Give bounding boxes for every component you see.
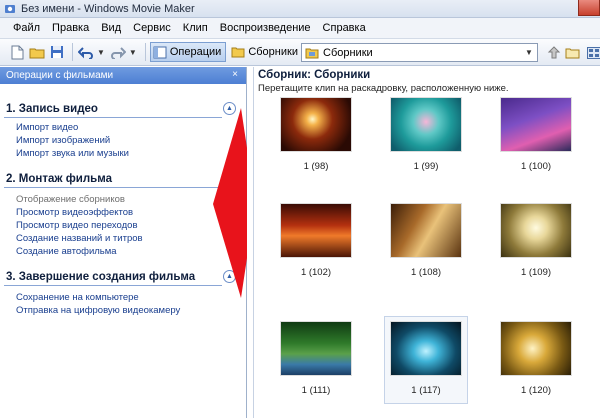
clip-label: 1 (109) [520,267,552,278]
task-link-make-titles[interactable]: Создание названий и титров [0,232,246,245]
redo-button[interactable] [109,43,127,61]
undo-dropdown-icon[interactable]: ▼ [97,48,105,57]
clip-label: 1 (108) [410,267,442,278]
clip-item[interactable]: 1 (99) [382,97,470,172]
task-link-import-pictures[interactable]: Импорт изображений [0,134,246,147]
clip-item[interactable]: 1 (111) [272,321,360,396]
clip-label: 1 (117) [411,385,441,396]
collection-select[interactable]: Сборники ▼ [301,43,538,62]
collection-hint: Перетащите клип на раскадровку, располож… [258,83,509,94]
up-level-button[interactable] [544,43,564,63]
close-window-button[interactable] [578,0,600,16]
operations-button[interactable]: Операции [149,42,227,62]
clip-item-selected[interactable]: 1 (117) [382,316,470,404]
open-project-button[interactable] [28,43,46,61]
clip-thumbnail [500,203,572,258]
thumbnail-view-icon [587,47,600,59]
clip-thumbnail [280,321,352,376]
title-bar: Без имени - Windows Movie Maker [0,0,600,18]
menu-clip[interactable]: Клип [178,22,213,34]
collection-select-value: Сборники [323,46,373,59]
clip-item[interactable]: 1 (108) [382,203,470,278]
menu-playback[interactable]: Воспроизведение [215,22,316,34]
new-folder-icon [565,48,579,59]
open-folder-icon [29,48,45,58]
menu-tools[interactable]: Сервис [128,22,176,34]
chevron-down-icon: ▼ [525,48,533,57]
clip-thumbnail [390,203,462,258]
collection-title: Сборник: Сборники [258,69,371,81]
red-pointer-arrow-icon [213,108,247,298]
section-divider [4,187,222,188]
section-edit-movie: 2. Монтаж фильма ▲ Отображение сборников… [0,170,246,258]
section-divider [4,285,222,286]
new-project-button[interactable] [8,43,26,61]
tasks-pane-title: Операции с фильмами [6,70,114,81]
clip-item[interactable]: 1 (102) [272,203,360,278]
clip-item[interactable]: 1 (120) [492,321,580,396]
movie-tasks-pane: Операции с фильмами × 1. Запись видео ▲ … [0,67,247,418]
clip-thumbnail [500,97,572,152]
movie-maker-icon [5,4,15,13]
task-pane-icon [153,46,167,58]
clip-label: 1 (98) [303,161,329,172]
clip-thumbnail [390,97,462,152]
task-link-make-automovie[interactable]: Создание автофильма [0,245,246,258]
views-button[interactable] [584,43,600,63]
window-title: Без имени - Windows Movie Maker [21,2,195,15]
menu-help[interactable]: Справка [318,22,371,34]
section-divider [4,117,222,118]
collections-button[interactable]: Сборники [228,42,303,62]
clip-thumbnail [500,321,572,376]
clip-thumbnail [280,97,352,152]
menu-bar: Файл Правка Вид Сервис Клип Воспроизведе… [0,18,600,38]
toolbar-separator [72,43,73,61]
collections-folder-icon [231,47,245,58]
collection-pane: Сборник: Сборники Перетащите клип на рас… [253,67,600,418]
clip-thumbnail [280,203,352,258]
clip-label: 1 (102) [300,267,332,278]
new-collection-folder-button[interactable] [562,43,582,63]
menu-edit[interactable]: Правка [47,22,94,34]
section-title[interactable]: 1. Запись видео [0,100,246,118]
undo-button[interactable] [77,43,95,61]
clip-thumbnail [390,321,462,376]
toolbar: ▼ ▼ Операции Сборники Сборники ▼ [0,38,600,66]
save-icon [51,46,63,58]
task-link-save-to-computer[interactable]: Сохранение на компьютере [0,291,246,304]
clip-item[interactable]: 1 (98) [272,97,360,172]
clip-label: 1 (111) [301,385,331,396]
up-arrow-icon [547,46,561,59]
close-icon[interactable]: × [232,69,238,80]
task-link-import-video[interactable]: Импорт видео [0,121,246,134]
menu-file[interactable]: Файл [8,22,45,34]
save-project-button[interactable] [48,43,66,61]
toolbar-separator [144,43,146,61]
task-link-show-collections[interactable]: Отображение сборников [0,193,246,206]
section-finish-movie: 3. Завершение создания фильма ▲ Сохранен… [0,268,246,317]
clip-label: 1 (100) [520,161,552,172]
undo-icon [78,47,93,59]
operations-label: Операции [169,46,222,58]
task-link-send-to-camera[interactable]: Отправка на цифровую видеокамеру [0,304,246,317]
section-title[interactable]: 3. Завершение создания фильма [0,268,246,286]
new-file-icon [11,45,23,59]
task-link-view-transitions[interactable]: Просмотр видео переходов [0,219,246,232]
clip-label: 1 (99) [413,161,439,172]
task-link-import-audio[interactable]: Импорт звука или музыки [0,147,246,160]
redo-icon [110,47,126,59]
section-title[interactable]: 2. Монтаж фильма [0,170,246,188]
clip-label: 1 (120) [520,385,552,396]
menu-view[interactable]: Вид [96,22,126,34]
collections-label: Сборники [248,46,298,58]
clip-item[interactable]: 1 (100) [492,97,580,172]
tasks-pane-header: Операции с фильмами × [0,67,246,84]
clip-item[interactable]: 1 (109) [492,203,580,278]
task-link-view-effects[interactable]: Просмотр видеоэффектов [0,206,246,219]
section-capture-video: 1. Запись видео ▲ Импорт видео Импорт из… [0,100,246,160]
redo-dropdown-icon[interactable]: ▼ [129,48,137,57]
collection-select-folder-icon [305,48,319,58]
